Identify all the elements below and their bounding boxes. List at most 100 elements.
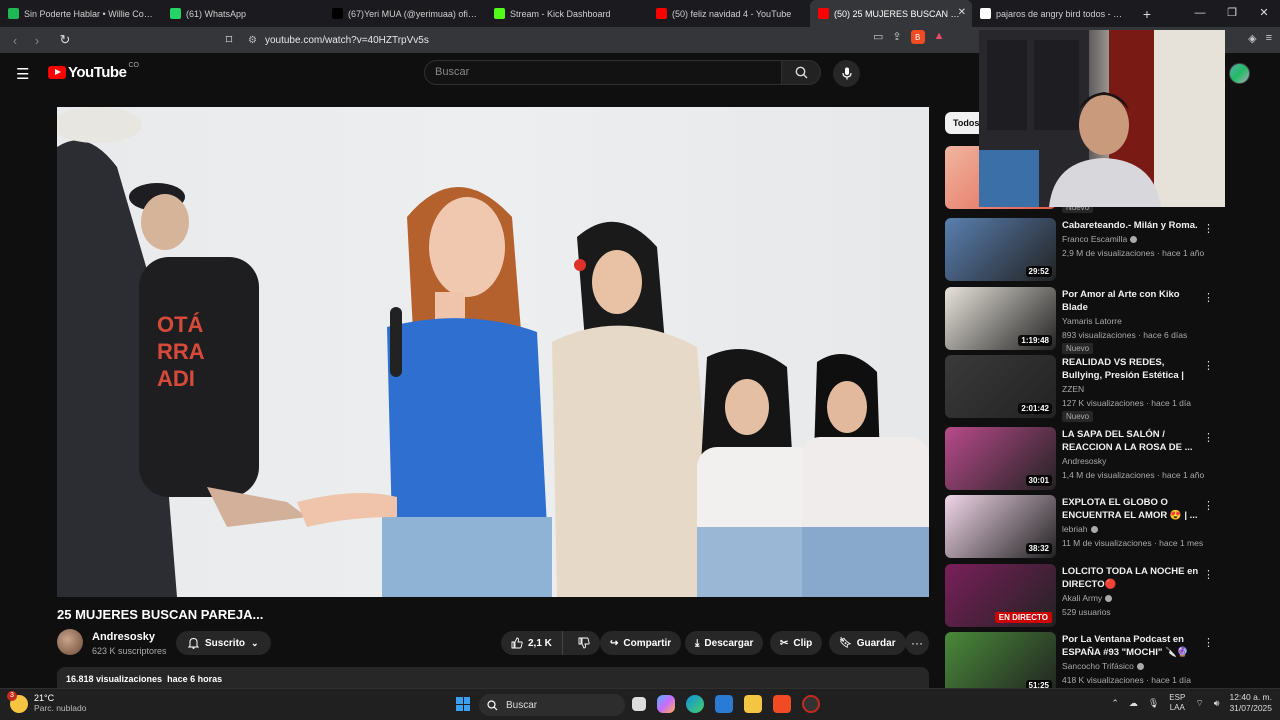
browser-tab[interactable]: (50) 25 MUJERES BUSCAN PAREJA...✕ [810,0,972,27]
bookmark-icon[interactable]: ⌑ [218,32,240,48]
recommendation-thumbnail[interactable]: 1:19:48 [945,287,1056,350]
recommendation-title[interactable]: REALIDAD VS REDES, Bullying, Presión Est… [1062,356,1202,382]
file-explorer-icon[interactable] [744,695,762,713]
close-tab-icon[interactable]: ✕ [958,7,966,18]
recommendation-thumbnail[interactable]: EN DIRECTO [945,564,1056,627]
back-icon[interactable]: ‹ [4,33,26,48]
more-vertical-icon[interactable]: ⋮ [1203,636,1214,649]
recommendation-thumbnail[interactable]: 51:25 [945,632,1056,695]
youtube-logo[interactable]: YouTube CO [48,62,139,81]
recommendation-item[interactable]: 38:32 EXPLOTA EL GLOBO O ENCUENTRA EL AMO… [945,495,1245,559]
new-tab-icon[interactable]: + [1134,6,1160,22]
channel-avatar[interactable] [57,629,83,655]
recommendation-thumbnail[interactable]: 30:01 [945,427,1056,490]
search-input[interactable]: Buscar [424,60,782,85]
browser-tab[interactable]: (50) feliz navidad 4 - YouTube [648,0,810,27]
user-avatar[interactable] [1229,63,1250,84]
brave-browser-icon[interactable] [773,695,791,713]
network-icon[interactable]: ⌔ [1195,698,1203,709]
browser-tab[interactable]: (67)Yeri MUA (@yerimuaa) oficial | TikTo… [324,0,486,27]
forward-icon[interactable]: › [26,33,48,48]
verified-icon [1105,595,1113,603]
taskbar-search[interactable]: Buscar [479,694,625,716]
browser-tab[interactable]: Stream - Kick Dashboard [486,0,648,27]
vpn-icon[interactable]: ◈ [1248,32,1256,45]
more-vertical-icon[interactable]: ⋮ [1203,568,1214,581]
browser-tab[interactable]: (61) WhatsApp [162,0,324,27]
recommendation-item[interactable]: 51:25 Por La Ventana Podcast en ESPAÑA #9… [945,632,1245,696]
window-controls: — ❐ ✕ [1184,0,1280,27]
more-vertical-icon[interactable]: ⋮ [1203,222,1214,235]
volume-icon[interactable]: 🔊︎ [1214,698,1220,709]
store-icon[interactable] [715,695,733,713]
recommendation-channel[interactable]: Franco Escamilla [1062,234,1138,244]
recommendation-item[interactable]: 29:52 Cabareteando.- Milán y Roma. Franco … [945,218,1245,282]
app-icon[interactable] [802,695,820,713]
more-actions-button[interactable]: ··· [905,631,929,655]
browser-tab[interactable]: pajaros de angry bird todos - Buscar [972,0,1134,27]
more-vertical-icon[interactable]: ⋮ [1203,359,1214,372]
video-player[interactable]: OTÁ RRA ADI [57,107,929,597]
cast-icon[interactable]: ▭ [873,30,883,44]
recommendation-title[interactable]: Por Amor al Arte con Kiko Blade [1062,288,1202,314]
recommendation-title[interactable]: LA SAPA DEL SALÓN / REACCION A LA ROSA D… [1062,428,1202,454]
minimize-icon[interactable]: — [1184,0,1216,27]
task-view-icon[interactable] [632,697,646,711]
edge-icon[interactable] [686,695,704,713]
subscribe-button[interactable]: Suscrito ⌄ [176,631,271,655]
start-button[interactable] [456,697,470,711]
search-button[interactable] [781,60,821,85]
microphone-tray-icon[interactable]: 🎙︎ [1148,698,1159,709]
recommendation-thumbnail[interactable]: 38:32 [945,495,1056,558]
channel-name[interactable]: Andresosky [92,631,155,643]
dislike-button[interactable] [568,631,600,655]
recommendation-channel[interactable]: Sancocho Trifásico [1062,661,1144,671]
copilot-icon[interactable] [657,695,675,713]
verified-icon [1136,663,1144,671]
language-indicator[interactable]: ESP LAA [1169,693,1185,713]
show-hidden-icons-icon[interactable]: ⌃ [1111,698,1119,709]
recommendation-item[interactable]: EN DIRECTO LOLCITO TODA LA NOCHE en DIREC… [945,564,1245,628]
restore-icon[interactable]: ❐ [1216,0,1248,27]
voice-search-button[interactable] [833,60,860,87]
download-button[interactable]: ⤓ Descargar [685,631,764,655]
video-duration: 1:19:48 [1018,335,1052,346]
clip-button[interactable]: ✂ Clip [770,631,823,655]
recommendation-title[interactable]: Cabareteando.- Milán y Roma. [1062,219,1202,232]
more-vertical-icon[interactable]: ⋮ [1203,499,1214,512]
menu-icon[interactable]: ≡ [1266,32,1272,45]
brave-rewards-icon[interactable]: ▲ [934,30,945,44]
recommendation-item[interactable]: 1:19:48 Por Amor al Arte con Kiko Blade Ya… [945,287,1245,354]
close-window-icon[interactable]: ✕ [1248,0,1280,27]
recommendation-channel[interactable]: ZZEN [1062,384,1084,394]
more-vertical-icon[interactable]: ⋮ [1203,291,1214,304]
share-button[interactable]: ↪ Compartir [600,631,682,655]
recommendation-item[interactable]: 30:01 LA SAPA DEL SALÓN / REACCION A LA R… [945,427,1245,491]
youtube-wordmark: YouTube [68,64,127,81]
weather-widget[interactable]: 3 21°C Parc. nublado [7,690,86,714]
recommendation-thumbnail[interactable]: 29:52 [945,218,1056,281]
more-vertical-icon[interactable]: ⋮ [1203,431,1214,444]
recommendation-title[interactable]: Por La Ventana Podcast en ESPAÑA #93 "MO… [1062,633,1202,659]
recommendation-channel[interactable]: Akali Army [1062,593,1113,603]
save-button[interactable]: 🔖︎ Guardar [829,631,906,655]
recommendation-thumbnail[interactable]: 2:01:42 [945,355,1056,418]
browser-tab[interactable]: Sin Poderte Hablar • Willie Colón [0,0,162,27]
clock[interactable]: 12:40 a. m. 31/07/2025 [1229,692,1272,714]
brave-shields-icon[interactable]: B [910,30,925,44]
recommendation-channel[interactable]: lebriah [1062,524,1098,534]
like-button[interactable]: 2,1 K [501,631,563,655]
reload-icon[interactable]: ↻ [54,32,76,48]
recommendation-title[interactable]: LOLCITO TODA LA NOCHE en DIRECTO🔴 [1062,565,1202,591]
recommendation-title[interactable]: EXPLOTA EL GLOBO O ENCUENTRA EL AMOR 😍 |… [1062,496,1202,522]
share-icon[interactable]: ⇪ [892,30,901,44]
clock-time: 12:40 a. m. [1229,692,1272,702]
hamburger-menu-icon[interactable]: ☰ [16,65,29,83]
recommendation-channel[interactable]: Yamaris Latorre [1062,316,1122,326]
tray-app-icon[interactable]: ☁ [1129,698,1138,709]
recommendation-item[interactable]: 2:01:42 REALIDAD VS REDES, Bullying, Pres… [945,355,1245,422]
recommendation-channel[interactable]: Andresosky [1062,456,1106,466]
url-field[interactable]: ⚙ youtube.com/watch?v=40HZTrpVv5s [248,30,970,50]
microphone-icon [841,67,852,80]
site-info-icon[interactable]: ⚙ [248,35,257,46]
